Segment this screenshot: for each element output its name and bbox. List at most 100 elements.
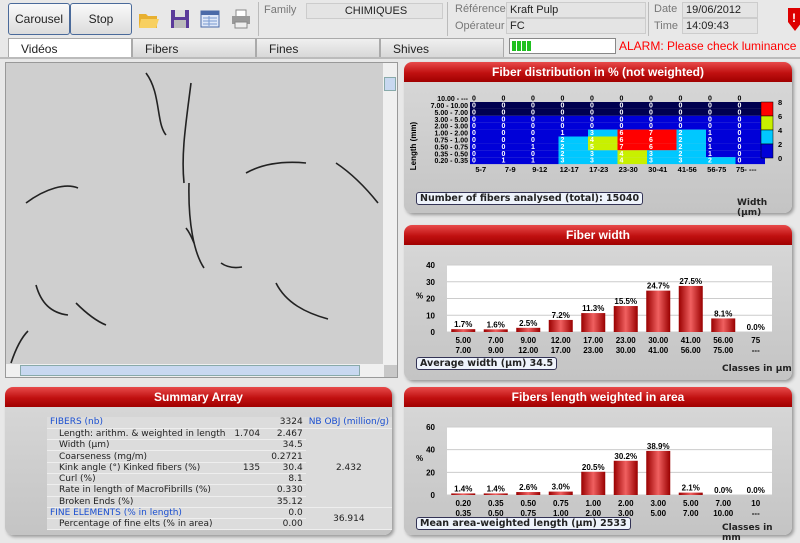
operator-label: Opérateur — [455, 20, 505, 32]
row-label: Kink angle (°) Kinked fibers (%) — [47, 462, 229, 474]
chart-title: Fibers length weighted in area — [404, 387, 792, 407]
bar — [613, 306, 638, 332]
date-label: Date — [654, 3, 678, 15]
chart-title: Fiber width — [404, 225, 792, 245]
summary-row: Length: arithm. & weighted in length 1.70… — [47, 428, 392, 508]
tab-vidos[interactable]: Vidéos — [8, 38, 132, 58]
open-folder-icon[interactable] — [138, 8, 160, 30]
y-tick-label: 40 — [426, 446, 435, 455]
x-tick-label: 12-17 — [560, 165, 579, 174]
x-tick-label: 41.00 — [648, 346, 669, 355]
row-value-2: 34.5 — [263, 439, 306, 452]
row-value-1 — [228, 473, 264, 486]
bar — [483, 493, 508, 495]
row-label: Rate in length of MacroFibrills (%) — [47, 484, 229, 497]
family-field[interactable]: CHIMIQUES — [306, 3, 443, 19]
x-tick-label: 7-9 — [505, 165, 516, 174]
alarm-message: ALARM: Please check luminance — [619, 39, 797, 53]
y-axis-label: Length (mm) — [409, 121, 418, 170]
bar — [548, 491, 573, 495]
stop-button[interactable]: Stop — [70, 3, 132, 35]
bar — [581, 471, 606, 495]
x-tick-label: 0.50 — [520, 499, 536, 508]
carousel-button[interactable]: Carousel — [8, 3, 70, 35]
bar — [581, 313, 606, 332]
divider — [0, 57, 800, 59]
colorbar-tick: 0 — [778, 154, 782, 163]
data-label: 1.7% — [454, 320, 472, 329]
data-label: 15.5% — [614, 297, 637, 306]
cell-value: 3 — [561, 158, 565, 165]
time-field: 14:09:43 — [682, 18, 758, 34]
x-tick-label: --- — [752, 509, 760, 517]
y-tick-label: 10 — [426, 311, 435, 320]
tab-fines[interactable]: Fines — [256, 38, 380, 57]
y-tick-label: 30 — [426, 278, 435, 287]
nbobj-fines: 36.914 — [305, 507, 392, 531]
operator-field[interactable]: FC — [506, 18, 646, 34]
bar — [483, 329, 508, 332]
x-tick-label: 10 — [751, 499, 760, 508]
cell-value: 1 — [502, 158, 506, 165]
save-icon[interactable] — [169, 8, 191, 30]
data-label: 7.2% — [552, 311, 570, 320]
row-value-2: 0.330 — [263, 484, 306, 497]
reference-field[interactable]: Kraft Pulp — [506, 2, 646, 18]
data-label: 0.0% — [747, 486, 765, 495]
x-tick-label: 30-41 — [648, 165, 667, 174]
x-tick-label: 0.75 — [520, 509, 536, 517]
data-label: 2.1% — [682, 484, 700, 493]
row-value-1 — [228, 484, 264, 497]
x-tick-label: 0.75 — [553, 499, 569, 508]
horizontal-scrollbar[interactable] — [6, 364, 384, 377]
x-tick-label: 30.00 — [616, 346, 637, 355]
x-axis-label: Width (µm) — [737, 198, 768, 218]
row-value-2: 0.2721 — [263, 450, 306, 463]
print-icon[interactable] — [230, 8, 252, 30]
x-tick-label: 30.00 — [648, 336, 669, 345]
x-tick-label: 41-56 — [678, 165, 697, 174]
colorbar-segment — [760, 129, 774, 145]
time-label: Time — [654, 20, 679, 32]
table-icon[interactable] — [199, 8, 221, 30]
data-label: 30.2% — [614, 452, 637, 461]
x-tick-label: 17.00 — [583, 336, 604, 345]
data-label: 3.0% — [552, 483, 570, 492]
length-weighted-chart: 0204060%1.4%0.200.351.4%0.350.502.6%0.50… — [416, 423, 772, 517]
colorbar-tick: 4 — [778, 126, 783, 135]
cell-value: 4 — [620, 158, 624, 165]
data-label: 2.5% — [519, 319, 537, 328]
x-tick-label: 7.00 — [488, 336, 504, 345]
family-label: Family — [264, 4, 297, 16]
data-label: 11.3% — [582, 304, 604, 313]
x-tick-label: 9.00 — [488, 346, 504, 355]
x-tick-label: 23.00 — [616, 336, 637, 345]
signal-level-bar — [509, 38, 616, 54]
tab-shives[interactable]: Shives — [380, 38, 504, 57]
row-value-2: 3324 — [263, 417, 306, 429]
row-value-1 — [228, 496, 264, 508]
bar — [516, 492, 541, 495]
x-tick-label: 3.00 — [618, 509, 634, 517]
vertical-scrollbar[interactable] — [383, 63, 397, 365]
video-view[interactable] — [5, 62, 398, 378]
row-label: Coarseness (mg/m) — [47, 450, 229, 463]
row-label: Broken Ends (%) — [47, 496, 229, 508]
signal-segment — [517, 41, 521, 51]
colorbar-segment — [760, 143, 774, 159]
row-value-2: 35.12 — [263, 496, 306, 508]
signal-segment — [522, 41, 526, 51]
tab-fibers[interactable]: Fibers — [132, 38, 256, 57]
row-value-2: 30.4 — [263, 462, 306, 474]
signal-segment — [512, 41, 516, 51]
data-label: 20.5% — [582, 463, 605, 472]
row-label: Width (µm) — [47, 439, 229, 452]
cell-value: 3 — [590, 158, 594, 165]
cell-value: 0 — [738, 158, 742, 165]
y-tick-label: 60 — [426, 423, 435, 432]
x-tick-label: 0.35 — [488, 499, 504, 508]
fiber-width-chart: 010203040%1.7%5.007.001.6%7.009.002.5%9.… — [416, 261, 772, 355]
colorbar-tick: 6 — [778, 112, 782, 121]
data-label: 8.1% — [714, 309, 732, 318]
row-label: Percentage of fine elts (% in area) — [47, 518, 229, 531]
